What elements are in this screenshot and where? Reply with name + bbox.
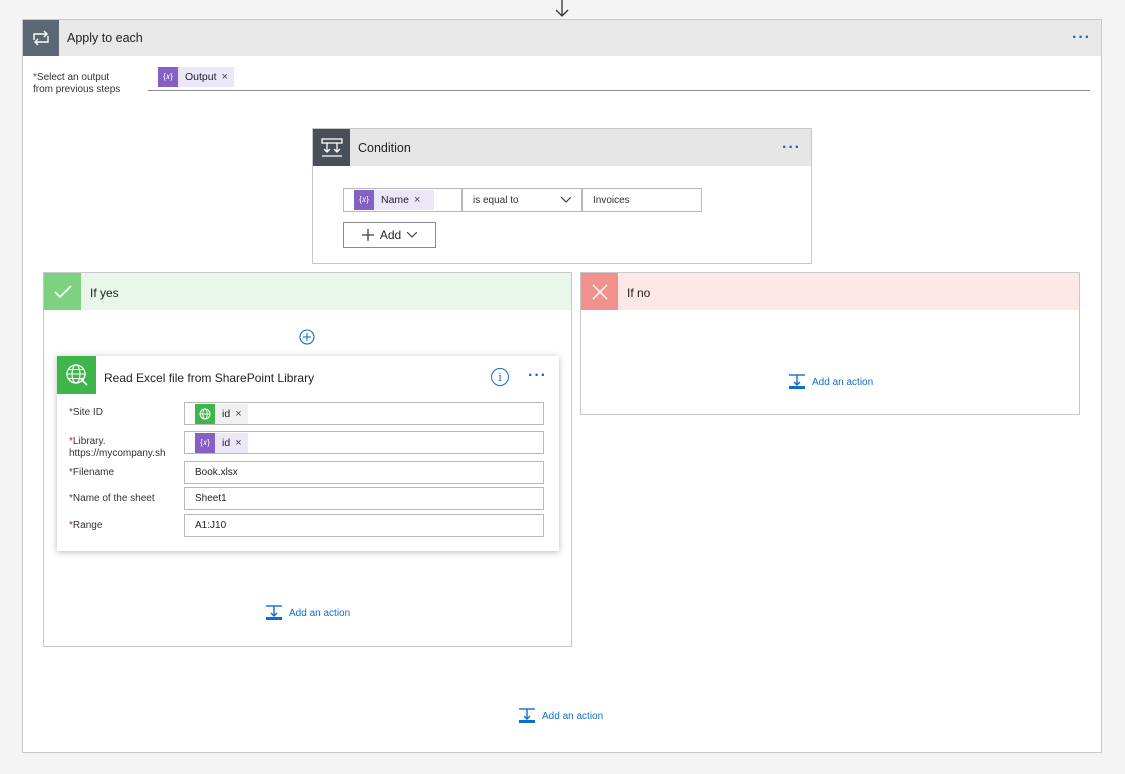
sharepoint-globe-icon bbox=[195, 404, 215, 424]
condition-more-button[interactable]: ··· bbox=[782, 140, 801, 156]
remove-token-button[interactable]: × bbox=[235, 437, 247, 449]
condition-card: Condition ··· {𝑥} Name × is equal to Inv… bbox=[312, 128, 812, 264]
range-value: A1:J10 bbox=[195, 520, 227, 531]
add-condition-button[interactable]: Add bbox=[343, 222, 436, 248]
add-action-icon bbox=[789, 374, 805, 389]
insert-step-plus-icon[interactable] bbox=[299, 329, 315, 345]
apply-to-each-header[interactable]: Apply to each ··· bbox=[23, 20, 1101, 56]
select-output-input[interactable]: {𝑥} Output × bbox=[148, 66, 1090, 91]
output-token[interactable]: {𝑥} Output × bbox=[158, 67, 234, 87]
if-yes-header: If yes bbox=[44, 273, 571, 310]
add-action-icon bbox=[266, 605, 282, 620]
expression-icon: {𝑥} bbox=[195, 433, 215, 453]
name-token[interactable]: {𝑥} Name × bbox=[354, 190, 435, 210]
if-no-add-action-button[interactable]: Add an action bbox=[788, 374, 873, 390]
connector-arrow-icon bbox=[555, 0, 569, 17]
site-id-token[interactable]: id × bbox=[195, 404, 248, 424]
checkmark-icon bbox=[44, 273, 81, 310]
read-excel-action-card: Read Excel file from SharePoint Library … bbox=[57, 356, 559, 551]
if-no-header: If no bbox=[581, 273, 1079, 310]
range-label: *Range bbox=[69, 520, 103, 531]
library-label: *Library. https://mycompany.sh bbox=[69, 436, 166, 459]
condition-icon bbox=[313, 129, 350, 166]
output-token-label: Output bbox=[185, 71, 217, 83]
action-title: Read Excel file from SharePoint Library bbox=[104, 371, 315, 385]
filename-value: Book.xlsx bbox=[195, 467, 238, 478]
chevron-down-icon bbox=[561, 197, 571, 203]
apply-to-each-title: Apply to each bbox=[67, 31, 143, 45]
info-icon[interactable]: i bbox=[491, 368, 509, 386]
remove-token-button[interactable]: × bbox=[414, 194, 434, 206]
sheet-name-input[interactable]: Sheet1 bbox=[184, 487, 544, 510]
sheet-name-label: *Name of the sheet bbox=[69, 493, 155, 504]
site-id-label: *Site ID bbox=[69, 407, 103, 418]
if-no-title: If no bbox=[627, 286, 651, 300]
condition-left-operand[interactable]: {𝑥} Name × bbox=[343, 188, 462, 212]
site-id-input[interactable]: id × bbox=[184, 402, 544, 425]
remove-token-button[interactable]: × bbox=[235, 408, 247, 420]
filename-label: *Filename bbox=[69, 467, 115, 478]
plus-icon bbox=[361, 229, 374, 241]
loop-add-action-button[interactable]: Add an action bbox=[518, 708, 603, 724]
library-token[interactable]: {𝑥} id × bbox=[195, 433, 248, 453]
library-token-label: id bbox=[222, 437, 231, 449]
expression-icon: {𝑥} bbox=[158, 67, 178, 87]
if-yes-add-action-button[interactable]: Add an action bbox=[265, 605, 350, 621]
site-id-token-label: id bbox=[222, 408, 231, 420]
condition-title: Condition bbox=[358, 141, 411, 155]
sheet-name-value: Sheet1 bbox=[195, 493, 227, 504]
apply-to-each-more-button[interactable]: ··· bbox=[1072, 30, 1091, 46]
chevron-down-icon bbox=[407, 232, 418, 238]
condition-value: Invoices bbox=[593, 195, 630, 206]
condition-operator-select[interactable]: is equal to bbox=[462, 188, 582, 212]
name-token-label: Name bbox=[381, 194, 410, 206]
if-yes-title: If yes bbox=[90, 286, 119, 300]
sharepoint-globe-icon bbox=[57, 356, 96, 394]
range-input[interactable]: A1:J10 bbox=[184, 514, 544, 537]
if-no-branch: If no Add an action bbox=[580, 272, 1080, 415]
filename-input[interactable]: Book.xlsx bbox=[184, 461, 544, 484]
add-button-label: Add bbox=[379, 228, 402, 242]
action-more-button[interactable]: ··· bbox=[528, 368, 547, 384]
add-action-icon bbox=[519, 708, 535, 723]
loop-icon bbox=[23, 20, 59, 56]
condition-right-operand[interactable]: Invoices bbox=[582, 188, 702, 212]
select-output-label: *Select an output from previous steps bbox=[33, 72, 121, 95]
operator-value: is equal to bbox=[473, 195, 519, 206]
add-action-label: Add an action bbox=[289, 607, 351, 619]
expression-icon: {𝑥} bbox=[354, 190, 374, 210]
condition-header[interactable]: Condition ··· bbox=[313, 129, 811, 166]
add-action-label: Add an action bbox=[812, 376, 874, 388]
remove-token-button[interactable]: × bbox=[222, 71, 234, 83]
add-action-label: Add an action bbox=[542, 710, 604, 722]
close-icon bbox=[581, 273, 618, 310]
library-input[interactable]: {𝑥} id × bbox=[184, 431, 544, 454]
